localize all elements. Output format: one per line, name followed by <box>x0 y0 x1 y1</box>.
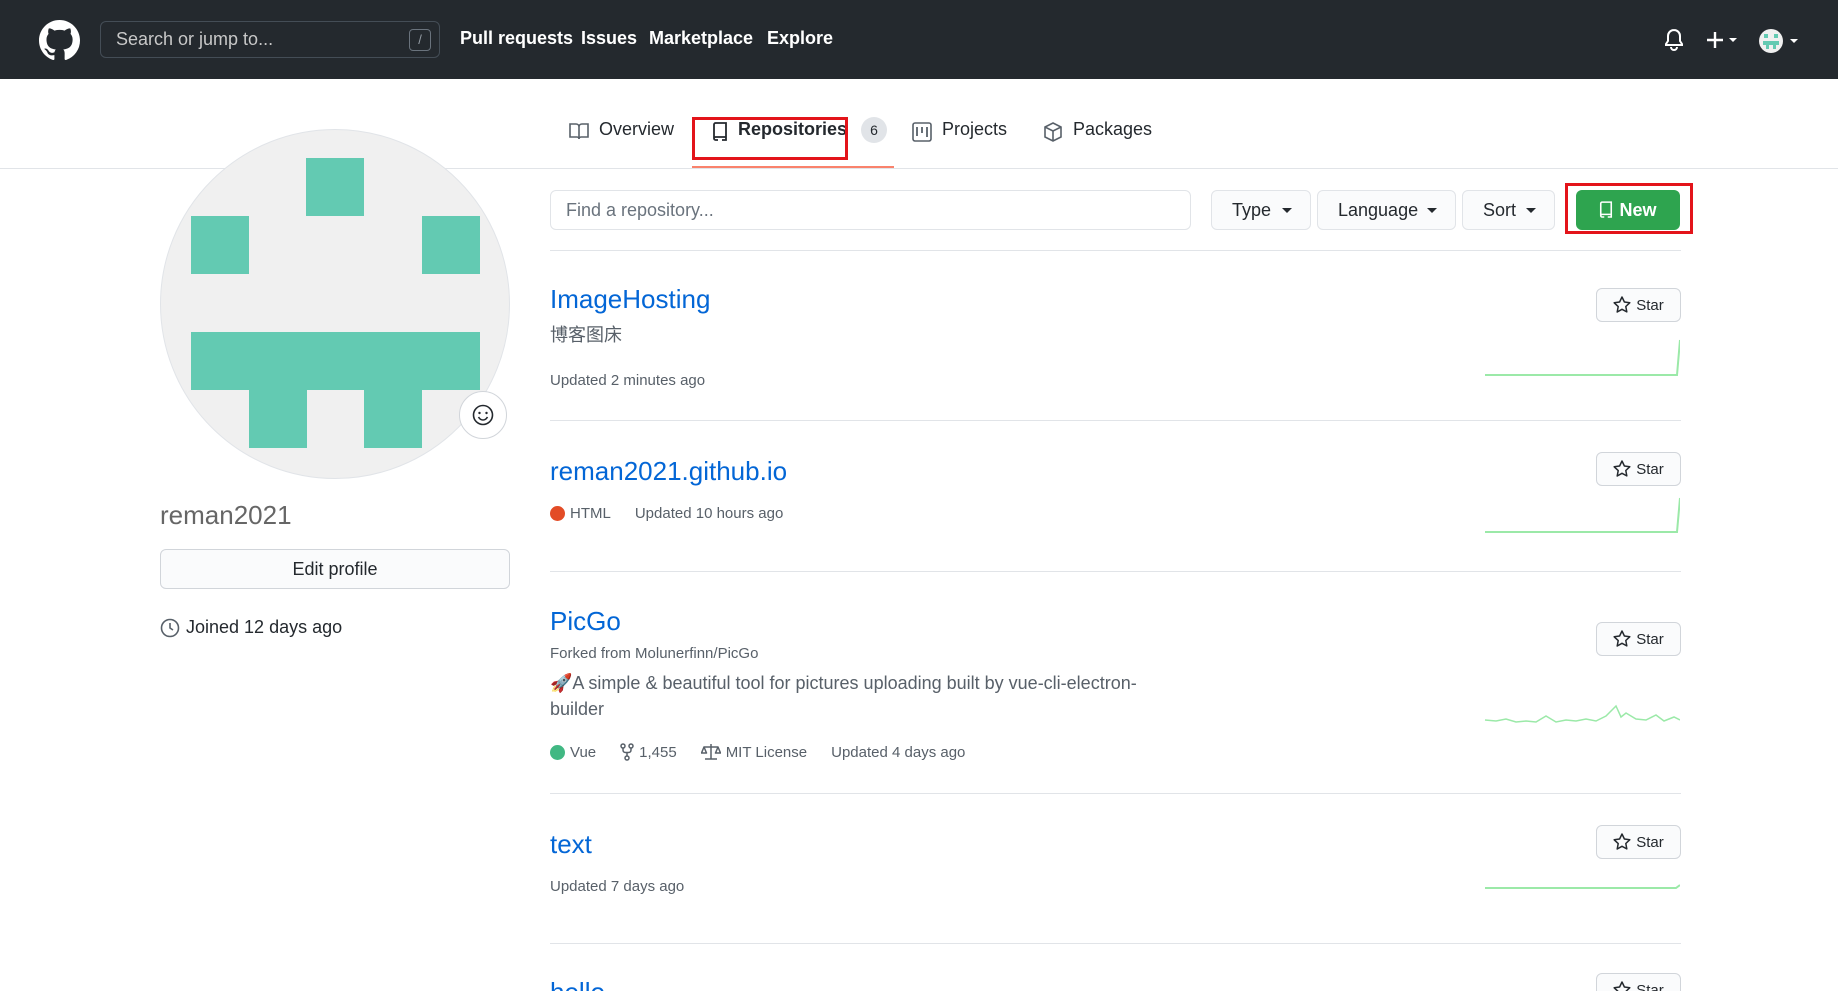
repo-updated: Updated 7 days ago <box>550 878 685 895</box>
license-name: MIT License <box>725 743 808 761</box>
repo-meta: Updated 2 minutes ago <box>550 372 729 389</box>
set-status-button[interactable] <box>459 391 507 439</box>
search-shortcut-hint: / <box>409 29 431 51</box>
star-button[interactable]: Star <box>1596 973 1681 991</box>
activity-sparkline <box>1484 704 1680 723</box>
repo-meta: Updated 7 days ago <box>550 878 708 895</box>
repo-language: HTML <box>550 505 611 522</box>
repo-forks[interactable]: 1,455 <box>620 743 677 761</box>
activity-sparkline <box>1485 884 1680 889</box>
star-label: Star <box>1636 296 1664 314</box>
repo-name-link[interactable]: reman2021.github.io <box>550 456 787 487</box>
bell-icon[interactable] <box>1664 29 1684 51</box>
star-button[interactable]: Star <box>1596 825 1681 859</box>
language-filter-dropdown[interactable]: Language <box>1317 190 1456 230</box>
star-icon <box>1613 460 1631 477</box>
caret-down-icon <box>1282 208 1292 213</box>
plus-dropdown-icon[interactable] <box>1707 31 1741 49</box>
package-icon <box>1044 122 1062 142</box>
activity-sparkline <box>1485 339 1680 376</box>
find-repository-placeholder: Find a repository... <box>566 200 714 220</box>
tab-projects-label: Projects <box>942 119 1008 139</box>
language-filter-label: Language <box>1338 200 1419 220</box>
repo-meta: HTML Updated 10 hours ago <box>550 505 807 522</box>
nav-pull-requests[interactable]: Pull requests <box>460 28 573 49</box>
caret-down-icon <box>1427 208 1437 213</box>
tab-packages[interactable]: Packages <box>1043 119 1152 159</box>
repo-name-link[interactable]: text <box>550 829 592 860</box>
repo-language: Vue <box>550 744 596 761</box>
star-button[interactable]: Star <box>1596 288 1681 322</box>
repo-description: 博客图床 <box>550 325 622 345</box>
nav-marketplace[interactable]: Marketplace <box>649 28 753 49</box>
tab-packages-label: Packages <box>1073 119 1153 139</box>
activity-sparkline <box>1485 497 1680 533</box>
search-placeholder: Search or jump to... <box>116 29 274 49</box>
nav-issues[interactable]: Issues <box>581 28 637 49</box>
language-name: Vue <box>570 743 597 761</box>
repositories-count-badge: 6 <box>861 117 888 143</box>
star-icon <box>1613 296 1631 313</box>
type-filter-label: Type <box>1232 200 1272 220</box>
tab-overview-label: Overview <box>599 119 675 139</box>
repo-license: MIT License <box>700 743 808 761</box>
avatar-dropdown-icon[interactable] <box>1759 28 1801 54</box>
search-input[interactable]: Search or jump to... / <box>100 21 440 58</box>
nav-explore[interactable]: Explore <box>767 28 833 49</box>
law-icon <box>700 744 721 760</box>
star-label: Star <box>1636 460 1664 478</box>
type-filter-dropdown[interactable]: Type <box>1211 190 1311 230</box>
book-icon <box>569 123 589 140</box>
repo-name-link[interactable]: hello <box>550 977 605 991</box>
profile-username: reman2021 <box>160 500 292 530</box>
clock-icon <box>160 618 180 637</box>
tab-overview[interactable]: Overview <box>569 119 674 159</box>
github-logo-icon[interactable] <box>39 20 80 61</box>
language-color-dot <box>550 506 565 521</box>
repo-name-link[interactable]: PicGo <box>550 606 621 637</box>
sort-label: Sort <box>1483 200 1517 220</box>
star-button[interactable]: Star <box>1596 622 1681 656</box>
star-label: Star <box>1636 981 1664 991</box>
top-navbar: Search or jump to... / Pull requests Iss… <box>0 0 1838 79</box>
star-button[interactable]: Star <box>1596 452 1681 486</box>
new-button-highlight <box>1565 183 1693 234</box>
tab-projects[interactable]: Projects <box>912 119 1007 159</box>
repo-name-link[interactable]: ImageHosting <box>550 284 710 315</box>
caret-down-icon <box>1526 208 1536 213</box>
list-divider <box>550 943 1681 944</box>
list-divider <box>550 420 1681 421</box>
list-divider <box>550 571 1681 572</box>
star-label: Star <box>1636 630 1664 648</box>
list-divider <box>550 250 1681 251</box>
language-color-dot <box>550 744 565 760</box>
smiley-icon <box>472 404 494 426</box>
sort-dropdown[interactable]: Sort <box>1462 190 1555 230</box>
language-name: HTML <box>570 505 611 522</box>
project-icon <box>912 122 932 142</box>
repo-updated: Updated 10 hours ago <box>634 505 784 522</box>
repo-updated: Updated 4 days ago <box>831 743 966 761</box>
joined-text: Joined 12 days ago <box>186 617 343 637</box>
star-label: Star <box>1636 833 1664 851</box>
edit-profile-button[interactable]: Edit profile <box>160 549 510 589</box>
repo-meta: Vue 1,455 MIT License Updated 4 days ago <box>550 743 989 761</box>
active-tab-underline <box>692 166 894 168</box>
repo-updated: Updated 2 minutes ago <box>550 372 706 389</box>
forked-from-text[interactable]: Forked from Molunerfinn/PicGo <box>550 645 758 662</box>
find-repository-input[interactable]: Find a repository... <box>550 190 1191 230</box>
joined-date: Joined 12 days ago <box>160 617 342 638</box>
fork-count: 1,455 <box>639 743 677 761</box>
repo-description: 🚀A simple & beautiful tool for pictures … <box>550 673 1137 719</box>
star-icon <box>1613 981 1631 991</box>
list-divider <box>550 793 1681 794</box>
repositories-tab-highlight <box>692 117 848 160</box>
star-icon <box>1613 630 1631 647</box>
profile-avatar[interactable] <box>160 129 510 479</box>
fork-icon <box>620 743 634 761</box>
star-icon <box>1613 833 1631 850</box>
